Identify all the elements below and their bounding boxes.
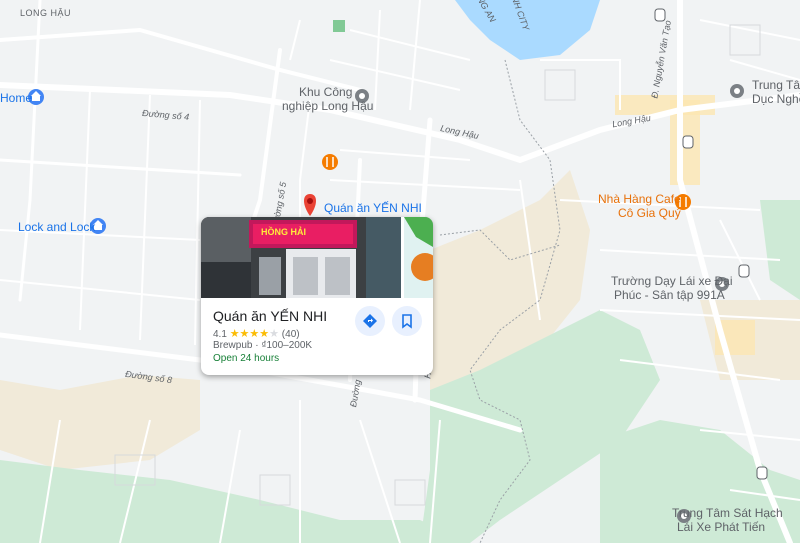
trung-tam-poi-icon[interactable]	[730, 84, 744, 98]
place-rating-row: 4.1 ★★★★★ (40)	[213, 327, 300, 340]
directions-button[interactable]	[355, 306, 385, 336]
shop-sign-text: HỒNG HẢI	[261, 226, 306, 237]
poi-nha-hang-line2[interactable]: Cô Gia Quý	[618, 206, 681, 220]
poi-nha-hang-line1[interactable]: Nhà Hàng Cafe	[598, 192, 681, 206]
place-info-card[interactable]: HỒNG HẢI Quán ăn YẾN NHI 4.1 ★★★★★ (40) …	[201, 217, 433, 375]
poi-lock-and-lock-label[interactable]: Lock and Lock	[18, 220, 95, 234]
area-label-long-hau: LONG HẬU	[20, 8, 72, 18]
poi-trung-tam-line2[interactable]: Dục Nghề N	[752, 92, 800, 106]
directions-icon	[363, 314, 377, 328]
poi-trung-tam-sat-hach-line2[interactable]: Lái Xe Phát Tiến	[677, 520, 765, 534]
restaurant-poi-icon[interactable]	[322, 154, 338, 170]
poi-khu-cong-nghiep-line2[interactable]: nghiệp Long Hậu	[282, 99, 373, 113]
poi-truong-day-line2[interactable]: Phúc - Sân tập 991A	[614, 288, 725, 302]
rating-value: 4.1	[213, 329, 227, 340]
poi-khu-cong-nghiep-line1[interactable]: Khu Công	[299, 85, 352, 99]
bookmark-icon	[402, 314, 412, 329]
place-photo[interactable]: HỒNG HẢI	[201, 217, 433, 298]
selected-place-label[interactable]: Quán ăn YẾN NHI	[324, 201, 422, 215]
star-rating-icon: ★★★★★	[229, 328, 280, 340]
place-title: Quán ăn YẾN NHI	[213, 308, 328, 324]
save-button[interactable]	[392, 306, 422, 336]
poi-home-label[interactable]: Home	[0, 91, 32, 105]
place-category: Brewpub · ₫100–200K	[213, 340, 313, 351]
poi-trung-tam-sat-hach-line1[interactable]: Trung Tâm Sát Hạch	[672, 506, 783, 520]
review-count[interactable]: (40)	[282, 329, 300, 340]
poi-truong-day-line1[interactable]: Trường Dạy Lái xe Đại	[611, 274, 733, 288]
poi-trung-tam-line1[interactable]: Trung Tâm Sát	[752, 78, 800, 92]
opening-hours: Open 24 hours	[213, 353, 280, 364]
